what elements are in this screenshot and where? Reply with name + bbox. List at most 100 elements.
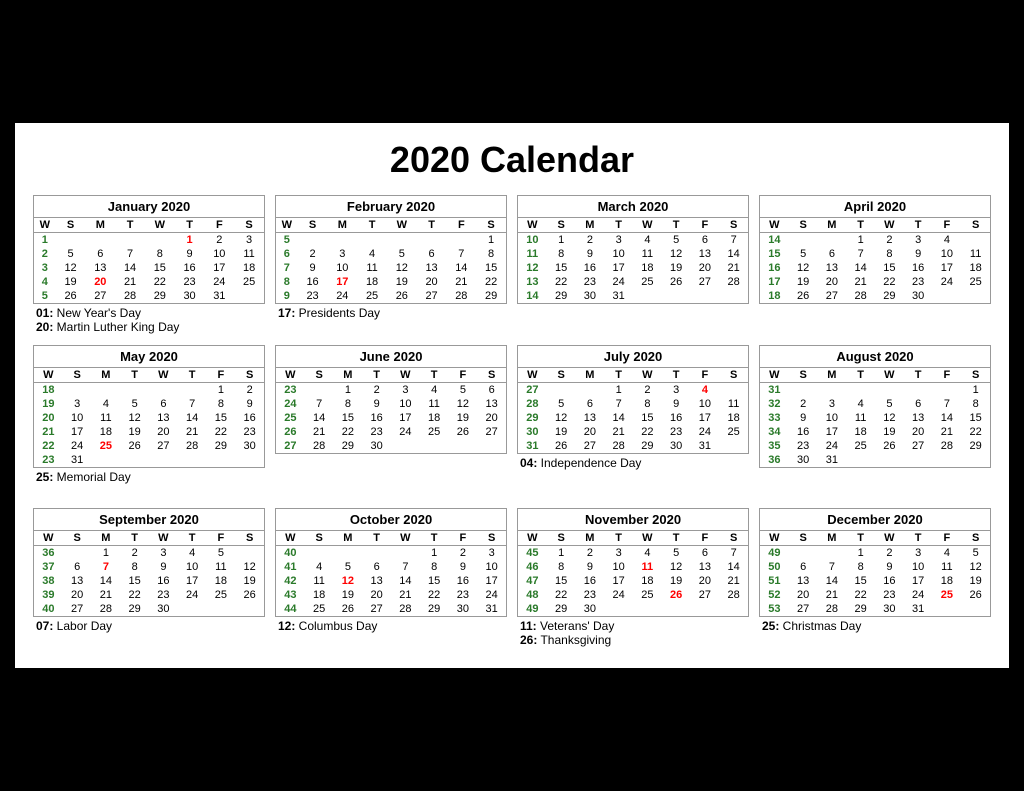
- table-row: 34 16171819202122: [760, 425, 990, 439]
- table-row: 18 2627282930: [760, 289, 990, 303]
- holiday-day: 1: [187, 234, 193, 246]
- holiday-day: 25: [941, 589, 953, 601]
- holiday-day: 25: [100, 440, 112, 452]
- notes-june: [275, 454, 507, 486]
- table-row: 42 11121314151617: [276, 574, 506, 588]
- month-title-june: June 2020: [276, 346, 506, 367]
- table-row: 33 9101112131415: [760, 411, 990, 425]
- table-row: 48 22232425262728: [518, 588, 748, 602]
- month-february: February 2020 WSMTWTFS 5 1: [275, 195, 507, 337]
- table-row: 20 10111213141516: [34, 411, 264, 425]
- table-row: 29 12131415161718: [518, 411, 748, 425]
- holiday-day: 17: [336, 276, 348, 288]
- table-row: 30 19202122232425: [518, 425, 748, 439]
- table-row: 31 262728293031: [518, 439, 748, 453]
- notes-january: 01: New Year's Day 20: Martin Luther Kin…: [33, 304, 265, 337]
- month-title-october: October 2020: [276, 509, 506, 530]
- month-november: November 2020 WSMTWTFS 45 1234567 46: [517, 508, 749, 650]
- notes-february: 17: Presidents Day: [275, 304, 507, 323]
- header-t2: T: [175, 218, 205, 233]
- table-row: 17 19202122232425: [760, 275, 990, 289]
- table-row: 21 17181920212223: [34, 425, 264, 439]
- month-title-january: January 2020: [34, 196, 264, 217]
- notes-august: [759, 468, 991, 500]
- table-row: 41 45678910: [276, 560, 506, 574]
- table-row: 7 9101112131415: [276, 261, 506, 275]
- month-july: July 2020 WSMTWTFS 27 1234 28: [517, 345, 749, 500]
- table-row: 5 26 27 28 29 30 31: [34, 289, 264, 303]
- table-row: 40 123: [276, 546, 506, 561]
- header-w2: W: [145, 218, 175, 233]
- table-row: 31 1: [760, 383, 990, 398]
- notes-october: 12: Columbus Day: [275, 617, 507, 636]
- table-row: 19 3456789: [34, 397, 264, 411]
- table-row: 6 2345678: [276, 247, 506, 261]
- notes-september: 07: Labor Day: [33, 617, 265, 636]
- header-f: F: [204, 218, 234, 233]
- table-row: 22 24252627282930: [34, 439, 264, 453]
- table-row: 47 15161718192021: [518, 574, 748, 588]
- holiday-day: 11: [642, 561, 654, 573]
- notes-december: 25: Christmas Day: [759, 617, 991, 636]
- month-september: September 2020 WSMTWTFS 36 12345: [33, 508, 265, 650]
- table-row: 27 1234: [518, 383, 748, 398]
- table-row: 36 12345: [34, 546, 264, 561]
- header-s: S: [56, 218, 86, 233]
- table-row: 18 12: [34, 383, 264, 398]
- table-row: 50 6789101112: [760, 560, 990, 574]
- table-row: 44 25262728293031: [276, 602, 506, 616]
- table-row: 12 15161718192021: [518, 261, 748, 275]
- month-may: May 2020 WSMTWTFS 18 12 19: [33, 345, 265, 500]
- table-row: 15 567891011: [760, 247, 990, 261]
- header-m: M: [85, 218, 115, 233]
- holiday-day: 20: [94, 276, 106, 288]
- table-row: 28 567891011: [518, 397, 748, 411]
- notes-may: 25: Memorial Day: [33, 468, 265, 487]
- month-title-august: August 2020: [760, 346, 990, 367]
- holiday-day: 4: [702, 384, 708, 396]
- notes-april: [759, 304, 991, 336]
- table-row: 9 23242526272829: [276, 289, 506, 303]
- header-w: W: [34, 218, 56, 233]
- table-row: 10 1234567: [518, 233, 748, 248]
- table-row: 46 891011121314: [518, 560, 748, 574]
- month-june: June 2020 WSMTWTFS 23 123456 24: [275, 345, 507, 500]
- table-row: 32 2345678: [760, 397, 990, 411]
- header-s2: S: [234, 218, 264, 233]
- table-row: 25 14151617181920: [276, 411, 506, 425]
- month-april: April 2020 WSMTWTFS 14 1234: [759, 195, 991, 337]
- table-row: 35 23242526272829: [760, 439, 990, 453]
- table-row: 2 5 6 7 8 9 10 11: [34, 247, 264, 261]
- table-row: 39 20212223242526: [34, 588, 264, 602]
- table-row: 8 16171819202122: [276, 275, 506, 289]
- table-row: 5 1: [276, 233, 506, 248]
- month-title-february: February 2020: [276, 196, 506, 217]
- table-row: 16 12131415161718: [760, 261, 990, 275]
- month-title-may: May 2020: [34, 346, 264, 367]
- table-row: 14 293031: [518, 289, 748, 303]
- table-row: 23 31: [34, 453, 264, 467]
- table-row: 14 1234: [760, 233, 990, 248]
- month-title-november: November 2020: [518, 509, 748, 530]
- month-august: August 2020 WSMTWTFS 31 1 32: [759, 345, 991, 500]
- holiday-day: 12: [342, 575, 354, 587]
- table-row: 53 2728293031: [760, 602, 990, 616]
- month-title-march: March 2020: [518, 196, 748, 217]
- month-title-september: September 2020: [34, 509, 264, 530]
- holiday-day: 26: [670, 589, 682, 601]
- table-row: 27 282930: [276, 439, 506, 453]
- table-row: 40 27282930: [34, 602, 264, 616]
- table-row: 38 13141516171819: [34, 574, 264, 588]
- notes-july: 04: Independence Day: [517, 454, 749, 473]
- month-october: October 2020 WSMTWTFS 40 123 41: [275, 508, 507, 650]
- month-title-december: December 2020: [760, 509, 990, 530]
- table-row: 23 123456: [276, 383, 506, 398]
- table-row: 51 13141516171819: [760, 574, 990, 588]
- holiday-day: 7: [103, 561, 109, 573]
- notes-november: 11: Veterans' Day 26: Thanksgiving: [517, 617, 749, 650]
- table-row: 49 12345: [760, 546, 990, 561]
- table-row: 45 1234567: [518, 546, 748, 561]
- header-t: T: [115, 218, 145, 233]
- table-row: 13 22232425262728: [518, 275, 748, 289]
- calendar-grid: January 2020 W S M T W T F S: [33, 195, 991, 650]
